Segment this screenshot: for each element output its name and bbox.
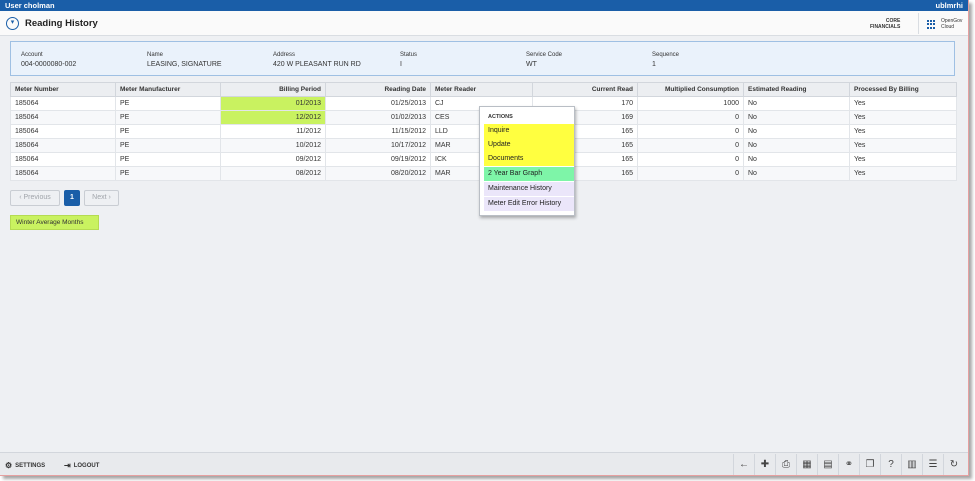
table-cell: No bbox=[743, 96, 850, 111]
table-cell: No bbox=[743, 124, 850, 139]
table-cell: 1000 bbox=[637, 96, 744, 111]
column-header[interactable]: Reading Date bbox=[325, 82, 431, 97]
column-header[interactable]: Processed By Billing bbox=[849, 82, 957, 97]
copy-icon[interactable]: ❐ bbox=[859, 454, 880, 475]
table-cell: PE bbox=[115, 96, 221, 111]
brand-label[interactable]: OpenGov Cloud bbox=[941, 18, 962, 30]
top-bar: User cholman ublmrhi bbox=[0, 0, 968, 11]
table-cell: 01/02/2013 bbox=[325, 110, 431, 125]
table-cell: 0 bbox=[637, 166, 744, 181]
current-user: User cholman bbox=[5, 1, 55, 10]
table-cell: 08/2012 bbox=[220, 166, 326, 181]
table-cell: 09/2012 bbox=[220, 152, 326, 167]
table-cell: No bbox=[743, 138, 850, 153]
winter-average-months-legend: Winter Average Months bbox=[10, 215, 99, 230]
back-icon[interactable]: ← bbox=[733, 454, 754, 475]
table-cell: No bbox=[743, 152, 850, 167]
table-header-row: Meter Number Meter Manufacturer Billing … bbox=[10, 82, 957, 97]
table-cell: PE bbox=[115, 152, 221, 167]
table-cell: 185064 bbox=[10, 152, 116, 167]
logout-link[interactable]: ⇥ LOGOUT bbox=[64, 461, 99, 470]
table-cell: Yes bbox=[849, 166, 957, 181]
account-field: Account 004-0000080-002 bbox=[21, 52, 77, 68]
menu-item-meter-edit-error-history[interactable]: Meter Edit Error History bbox=[484, 197, 574, 211]
page-title: Reading History bbox=[25, 18, 98, 29]
table-cell: 09/19/2012 bbox=[325, 152, 431, 167]
table-cell: 11/15/2012 bbox=[325, 124, 431, 139]
service-code-field: Service Code WT bbox=[526, 52, 563, 68]
add-icon[interactable]: ✚ bbox=[754, 454, 775, 475]
table-cell: Yes bbox=[849, 138, 957, 153]
address-field: Address 420 W PLEASANT RUN RD bbox=[273, 52, 361, 68]
menu-item-update[interactable]: Update bbox=[484, 138, 574, 152]
table-cell: PE bbox=[115, 166, 221, 181]
grid-view-icon[interactable]: ▦ bbox=[796, 454, 817, 475]
table-cell: Yes bbox=[849, 110, 957, 125]
table-cell: 08/20/2012 bbox=[325, 166, 431, 181]
logout-icon: ⇥ bbox=[64, 461, 71, 470]
status-field: Status I bbox=[400, 52, 418, 68]
binoculars-icon[interactable]: ⚭ bbox=[838, 454, 859, 475]
table-cell: 0 bbox=[637, 152, 744, 167]
column-header[interactable]: Meter Reader bbox=[430, 82, 533, 97]
table-cell: PE bbox=[115, 124, 221, 139]
table-cell: 185064 bbox=[10, 124, 116, 139]
menu-item-inquire[interactable]: Inquire bbox=[484, 124, 574, 138]
column-header[interactable]: Current Read bbox=[532, 82, 638, 97]
table-cell: 10/2012 bbox=[220, 138, 326, 153]
table-cell: 01/2013 bbox=[220, 96, 326, 111]
page-menu-dropdown-icon[interactable]: ▾ bbox=[6, 17, 19, 30]
column-header[interactable]: Meter Manufacturer bbox=[115, 82, 221, 97]
sequence-field: Sequence 1 bbox=[652, 52, 680, 68]
application-window: User cholman ublmrhi ▾ Reading History C… bbox=[0, 0, 969, 476]
previous-page-button[interactable]: ‹ Previous bbox=[10, 190, 60, 206]
actions-context-menu: ACTIONS Inquire Update Documents 2 Year … bbox=[479, 106, 575, 216]
table-cell: 0 bbox=[637, 138, 744, 153]
table-cell: 11/2012 bbox=[220, 124, 326, 139]
table-cell: No bbox=[743, 110, 850, 125]
column-header[interactable]: Estimated Reading bbox=[743, 82, 850, 97]
menu-item-documents[interactable]: Documents bbox=[484, 152, 574, 166]
column-header[interactable]: Multiplied Consumption bbox=[637, 82, 744, 97]
name-field: Name LEASING, SIGNATURE bbox=[147, 52, 222, 68]
column-header[interactable]: Billing Period bbox=[220, 82, 326, 97]
table-cell: Yes bbox=[849, 152, 957, 167]
refresh-icon[interactable]: ↻ bbox=[943, 454, 964, 475]
export-icon[interactable]: ▤ bbox=[817, 454, 838, 475]
table-cell: 185064 bbox=[10, 96, 116, 111]
instance-name: ublmrhi bbox=[935, 1, 964, 10]
table-cell: Yes bbox=[849, 96, 957, 111]
table-cell: PE bbox=[115, 110, 221, 125]
menu-item-maintenance-history[interactable]: Maintenance History bbox=[484, 182, 574, 196]
table-cell: Yes bbox=[849, 124, 957, 139]
product-name: CORE FINANCIALS bbox=[870, 18, 901, 30]
table-cell: 0 bbox=[637, 124, 744, 139]
table-cell: 185064 bbox=[10, 110, 116, 125]
table-cell: 185064 bbox=[10, 166, 116, 181]
hierarchy-icon[interactable]: ☰ bbox=[922, 454, 943, 475]
table-cell: 10/17/2012 bbox=[325, 138, 431, 153]
print-icon[interactable]: ⎙ bbox=[775, 454, 796, 475]
table-cell: No bbox=[743, 166, 850, 181]
next-page-button[interactable]: Next › bbox=[84, 190, 119, 206]
settings-link[interactable]: ⚙ SETTINGS bbox=[5, 461, 45, 470]
table-cell: 185064 bbox=[10, 138, 116, 153]
current-page-button[interactable]: 1 bbox=[64, 190, 80, 206]
table-cell: 01/25/2013 bbox=[325, 96, 431, 111]
action-toolbar: ← ✚ ⎙ ▦ ▤ ⚭ ❐ ? ▥ ☰ ↻ bbox=[733, 454, 964, 475]
calendar-icon[interactable]: ▥ bbox=[901, 454, 922, 475]
table-cell: 12/2012 bbox=[220, 110, 326, 125]
account-info-panel: Account 004-0000080-002 Name LEASING, SI… bbox=[10, 41, 955, 76]
page-header: ▾ Reading History CORE FINANCIALS OpenGo… bbox=[0, 11, 968, 36]
gear-icon: ⚙ bbox=[5, 461, 13, 470]
table-cell: PE bbox=[115, 138, 221, 153]
menu-item-2-year-bar-graph[interactable]: 2 Year Bar Graph bbox=[484, 167, 574, 181]
help-icon[interactable]: ? bbox=[880, 454, 901, 475]
column-header[interactable]: Meter Number bbox=[10, 82, 116, 97]
header-divider bbox=[918, 13, 919, 34]
table-cell: 0 bbox=[637, 110, 744, 125]
actions-menu-header: ACTIONS bbox=[488, 114, 513, 120]
footer-toolbar: ⚙ SETTINGS ⇥ LOGOUT ← ✚ ⎙ ▦ ▤ ⚭ ❐ ? ▥ ☰ ↻ bbox=[0, 452, 968, 475]
app-launcher-icon[interactable] bbox=[927, 20, 936, 29]
